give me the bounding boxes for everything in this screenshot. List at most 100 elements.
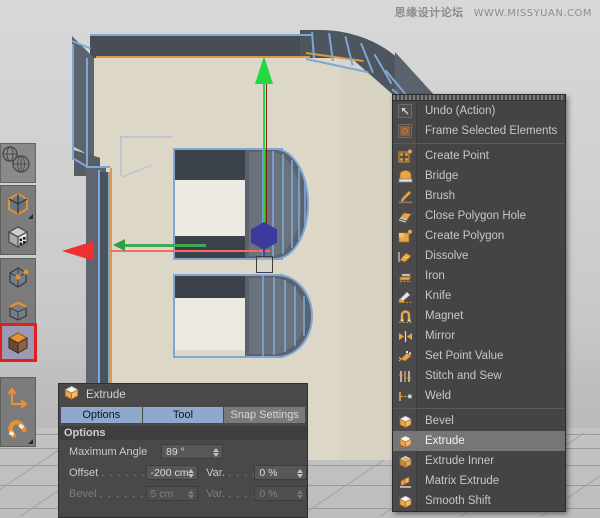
menu-separator [393,408,565,409]
stepper-maximum-angle[interactable] [212,446,219,458]
field-value: 0 % [259,488,277,500]
menu-item-label: Matrix Extrude [417,471,499,491]
set-point-value-icon [393,346,417,366]
field-label-maximum-angle: Maximum Angle [69,446,161,458]
field-input-offset[interactable]: -200 cm [146,465,199,480]
watermark-url-text: WWW.MISSYUAN.COM [474,8,592,19]
menu-item-undo[interactable]: Undo (Action) [393,101,565,121]
stepper-down-icon[interactable] [213,453,219,457]
axis-z-arrow-icon[interactable] [113,239,125,251]
stepper-up-icon[interactable] [188,469,194,473]
toolbar-item-texture-mode[interactable] [2,220,34,253]
stepper-down-icon[interactable] [188,474,194,478]
undo-arrow-icon [393,101,417,121]
dialog-title-bar[interactable]: Extrude [59,384,307,406]
var-dot-leader: . . . . . . . [228,488,254,500]
menu-item-stitch-and-sew[interactable]: Stitch and Sew [393,366,565,386]
toolbar-item-axis-move[interactable] [2,379,34,412]
mesh-commands-context-menu[interactable]: Undo (Action) Frame Selected Elements [392,94,566,512]
menu-item-frame-selected-elements[interactable]: Frame Selected Elements [393,121,565,141]
tool-group-2 [0,258,36,361]
toolbar-item-edges-mode[interactable] [2,293,34,326]
pivot-square-icon [256,256,273,273]
field-input-maximum-angle[interactable]: 89 ° [161,444,223,459]
toolbar-mode-globe-button[interactable] [0,143,36,183]
magnet-icon [393,306,417,326]
cube-edge-icon [5,297,31,323]
forum-watermark: 思缘设计论坛 WWW.MISSYUAN.COM [395,4,592,20]
menu-item-label: Mirror [417,326,455,346]
menu-item-matrix-extrude[interactable]: Matrix Extrude [393,471,565,491]
menu-item-set-point-value[interactable]: Set Point Value [393,346,565,366]
menu-item-mirror[interactable]: Mirror [393,326,565,346]
field-input-offset-variation[interactable]: 0 % [254,465,307,480]
menu-item-bevel[interactable]: Bevel [393,411,565,431]
toolbar-item-model-mode[interactable] [2,187,34,220]
menu-item-close-polygon-hole[interactable]: Close Polygon Hole [393,206,565,226]
tab-snap-settings[interactable]: Snap Settings [224,407,305,423]
toolbar-item-polygons-mode[interactable] [2,326,34,359]
axis-x-arrow-icon[interactable] [62,241,94,261]
label-dot-leader: . . . . . . . . [101,467,145,479]
axis-y-shadow [266,78,267,228]
mode-toolbar [0,185,36,450]
stepper-offset-variation[interactable] [296,467,303,479]
menu-item-create-point[interactable]: Create Point [393,146,565,166]
tab-options[interactable]: Options [61,407,142,423]
corner-expand-icon[interactable] [28,214,33,219]
stepper-down-icon[interactable] [297,474,303,478]
menu-item-bridge[interactable]: Bridge [393,166,565,186]
stitch-and-sew-icon [393,366,417,386]
close-polygon-hole-icon [393,206,417,226]
stepper-up-icon[interactable] [297,469,303,473]
brush-icon [393,186,417,206]
menu-item-extrude-inner[interactable]: Extrude Inner [393,451,565,471]
axis-z-line[interactable] [120,244,206,247]
menu-item-label: Undo (Action) [417,101,495,121]
object-pivot-marker[interactable] [251,222,277,250]
pivot-hexagon-icon [251,222,277,250]
menu-item-label: Extrude [417,431,465,451]
menu-item-brush[interactable]: Brush [393,186,565,206]
bridge-icon [393,166,417,186]
cube-checker-icon [5,224,31,250]
axis-x-line[interactable] [110,250,270,252]
cube-edges-icon [5,191,31,217]
toolbar-item-points-mode[interactable] [2,260,34,293]
var-label-text: Var. [206,488,225,500]
create-polygon-icon [393,226,417,246]
create-point-icon [393,146,417,166]
menu-item-create-polygon[interactable]: Create Polygon [393,226,565,246]
axis-y-arrow-icon[interactable] [255,56,273,84]
menu-item-magnet[interactable]: Magnet [393,306,565,326]
field-value: 89 ° [166,446,185,458]
weld-icon [393,386,417,406]
menu-item-iron[interactable]: Iron [393,266,565,286]
stepper-offset[interactable] [187,467,194,479]
menu-item-smooth-shift[interactable]: Smooth Shift [393,491,565,511]
menu-separator [393,143,565,144]
dissolve-icon [393,246,417,266]
extrude-tool-dialog[interactable]: Extrude Options Tool Snap Settings Optio… [58,383,308,518]
tab-tool[interactable]: Tool [143,407,224,423]
menu-group-tools: Create Point Bridge [393,146,565,406]
menu-item-knife[interactable]: Knife [393,286,565,306]
var-label-text: Var. [206,467,225,479]
menu-item-dissolve[interactable]: Dissolve [393,246,565,266]
menu-item-label: Magnet [417,306,463,326]
field-input-bevel: 5 cm [146,486,199,501]
menu-item-label: Close Polygon Hole [417,206,526,226]
extrude-inner-icon [393,451,417,471]
menu-item-label: Smooth Shift [417,491,491,511]
menu-item-label: Bevel [417,411,454,431]
field-input-bevel-variation: 0 % [254,486,307,501]
menu-item-label: Frame Selected Elements [417,121,557,141]
stepper-down-icon [188,495,194,499]
field-label-offset: Offset . . . . . . . . [69,467,146,479]
stepper-up-icon[interactable] [213,448,219,452]
menu-item-extrude[interactable]: Extrude [393,431,565,451]
toolbar-item-magnet-tool[interactable] [2,412,34,445]
corner-expand-icon[interactable] [28,439,33,444]
menu-item-weld[interactable]: Weld [393,386,565,406]
menu-item-label: Set Point Value [417,346,503,366]
